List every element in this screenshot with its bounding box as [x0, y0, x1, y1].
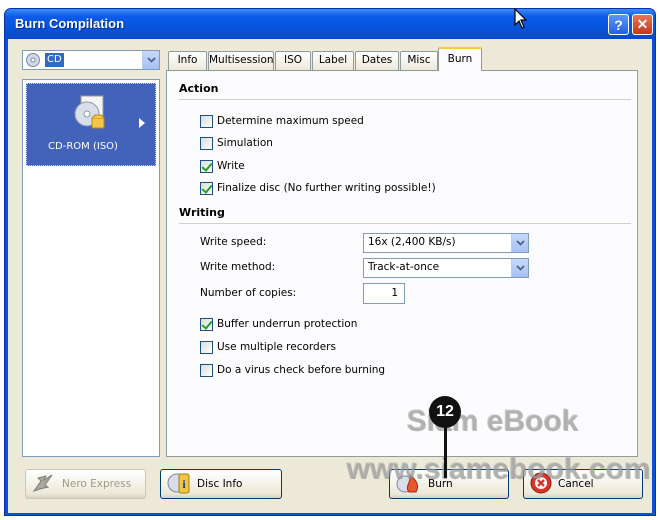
chevron-down-icon[interactable]: [511, 259, 528, 277]
write-speed-value: 16x (2,400 KB/s): [368, 236, 456, 248]
checkbox-box[interactable]: [200, 340, 213, 354]
checkbox-box[interactable]: [200, 114, 213, 128]
copies-input[interactable]: 1: [363, 283, 405, 304]
write-speed-select[interactable]: 16x (2,400 KB/s): [363, 233, 529, 253]
write-checkbox[interactable]: Write: [200, 158, 245, 174]
tab-burn[interactable]: Burn: [438, 47, 482, 71]
compilation-type-list: CD-ROM (ISO): [22, 79, 160, 457]
window-title: Burn Compilation: [15, 16, 125, 31]
checkbox-label: Do a virus check before burning: [217, 364, 386, 376]
callout-pointer: [444, 426, 447, 478]
sidebar-item-label: CD-ROM (ISO): [48, 141, 118, 152]
checkbox-box[interactable]: [200, 363, 213, 377]
mouse-cursor-icon: [514, 7, 528, 33]
section-divider: [179, 99, 631, 100]
virus-check-checkbox[interactable]: Do a virus check before burning: [200, 362, 385, 378]
checkbox-label: Write: [217, 160, 245, 172]
section-divider: [179, 223, 631, 224]
checkbox-label: Simulation: [217, 137, 273, 149]
checkbox-label: Finalize disc (No further writing possib…: [217, 182, 436, 194]
tab-iso[interactable]: ISO: [275, 51, 311, 70]
tab-info[interactable]: Info: [168, 51, 207, 70]
step-callout-badge: 12: [429, 396, 461, 428]
burn-tab-panel: Action Determine maximum speed Simulatio…: [166, 70, 638, 457]
tab-multisession[interactable]: Multisession: [208, 51, 274, 70]
write-method-value: Track-at-once: [368, 261, 440, 273]
chevron-down-icon[interactable]: [511, 234, 528, 252]
finalize-disc-checkbox[interactable]: Finalize disc (No further writing possib…: [200, 180, 436, 196]
checkbox-box[interactable]: [200, 159, 213, 173]
cd-rom-iso-icon: [72, 94, 106, 135]
buffer-underrun-checkbox[interactable]: Buffer underrun protection: [200, 316, 357, 332]
action-section-title: Action: [179, 82, 219, 95]
disc-icon: [26, 53, 40, 70]
recorder-select[interactable]: CD: [22, 50, 160, 70]
title-bar[interactable]: Burn Compilation ? ✕: [5, 9, 655, 39]
nero-express-icon: [32, 473, 56, 496]
chevron-down-icon[interactable]: [142, 51, 159, 69]
nero-express-label: Nero Express: [62, 478, 132, 490]
write-method-label: Write method:: [200, 261, 276, 273]
checkbox-box[interactable]: [200, 181, 213, 195]
disc-info-button[interactable]: i Disc Info: [160, 469, 282, 499]
copies-label: Number of copies:: [200, 287, 297, 299]
help-button[interactable]: ?: [608, 14, 629, 35]
chevron-right-icon: [139, 118, 145, 128]
write-method-select[interactable]: Track-at-once: [363, 258, 529, 278]
dialog-client-area: CD CD-ROM (ISO) Info Multisession ISO La…: [8, 39, 652, 513]
info-icon: i: [167, 471, 191, 498]
checkbox-label: Use multiple recorders: [217, 341, 336, 353]
checkbox-label: Buffer underrun protection: [217, 318, 358, 330]
checkbox-label: Determine maximum speed: [217, 115, 364, 127]
tab-label[interactable]: Label: [312, 51, 354, 70]
disc-info-label: Disc Info: [197, 478, 243, 490]
simulation-checkbox[interactable]: Simulation: [200, 135, 273, 151]
write-speed-label: Write speed:: [200, 236, 267, 248]
tab-misc[interactable]: Misc: [400, 51, 438, 70]
close-button[interactable]: ✕: [632, 14, 653, 35]
checkbox-box[interactable]: [200, 136, 213, 150]
nero-express-button[interactable]: Nero Express: [25, 469, 146, 499]
writing-section-title: Writing: [179, 206, 225, 219]
recorder-select-value: CD: [45, 53, 64, 67]
checkbox-box[interactable]: [200, 317, 213, 331]
multiple-recorders-checkbox[interactable]: Use multiple recorders: [200, 339, 336, 355]
watermark-url: www.siamebook.com: [346, 452, 650, 485]
determine-max-speed-checkbox[interactable]: Determine maximum speed: [200, 113, 364, 129]
sidebar-item-cd-rom-iso[interactable]: CD-ROM (ISO): [26, 83, 156, 166]
tab-dates[interactable]: Dates: [355, 51, 399, 70]
burn-compilation-dialog: Burn Compilation ? ✕ CD CD-ROM (ISO) Inf…: [4, 8, 656, 516]
